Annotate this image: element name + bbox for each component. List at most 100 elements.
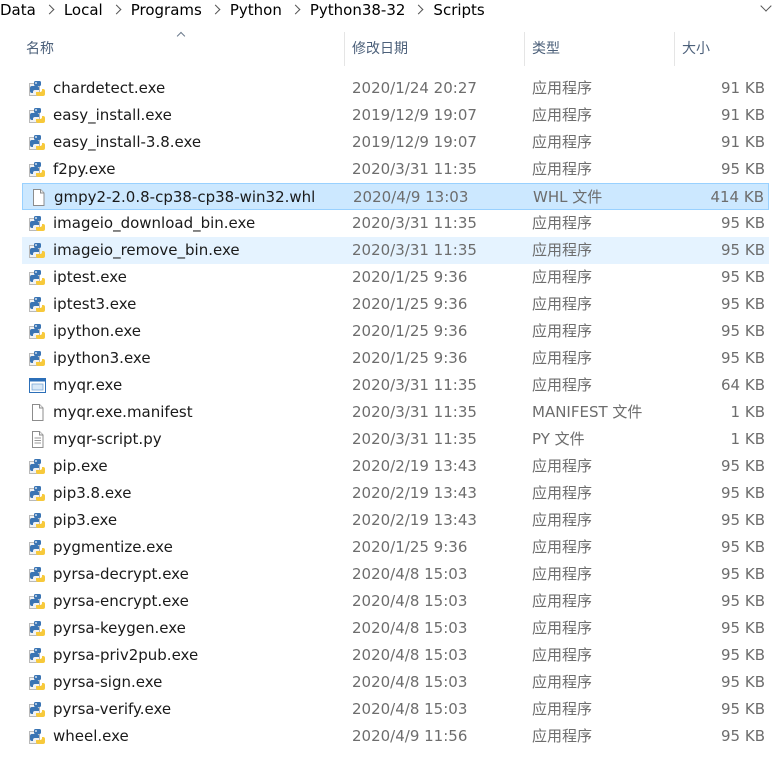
file-name: imageio_remove_bin.exe <box>53 241 240 259</box>
file-type: MANIFEST 文件 <box>532 403 643 421</box>
python-exe-icon <box>29 513 45 528</box>
file-size: 95 KB <box>721 511 765 529</box>
breadcrumb-item-scripts[interactable]: Scripts <box>429 1 488 19</box>
file-type: 应用程序 <box>532 214 593 232</box>
file-size: 95 KB <box>721 214 765 232</box>
file-row[interactable]: myqr.exe.manifest 2020/3/31 11:35 MANIFEST… <box>22 399 769 426</box>
file-type: 应用程序 <box>532 376 593 394</box>
file-row[interactable]: wheel.exe 2020/4/9 11:56 应用程序 95 KB <box>22 723 769 750</box>
chevron-right-icon[interactable] <box>107 1 127 19</box>
file-type: 应用程序 <box>532 673 593 691</box>
file-date: 2020/3/31 11:35 <box>352 403 477 421</box>
file-row[interactable]: pyrsa-priv2pub.exe 2020/4/8 15:03 应用程序 95 K… <box>22 642 769 669</box>
file-name: pyrsa-decrypt.exe <box>53 565 189 583</box>
file-size: 95 KB <box>721 565 765 583</box>
file-size: 95 KB <box>721 349 765 367</box>
column-header-date[interactable]: 修改日期 <box>352 30 408 68</box>
file-size: 95 KB <box>721 457 765 475</box>
file-row[interactable]: pip.exe 2020/2/19 13:43 应用程序 95 KB <box>22 453 769 480</box>
python-exe-icon <box>29 702 45 717</box>
file-type: 应用程序 <box>532 295 593 313</box>
file-name: pyrsa-sign.exe <box>53 673 163 691</box>
file-row[interactable]: pyrsa-encrypt.exe 2020/4/8 15:03 应用程序 95 KB <box>22 588 769 615</box>
file-date: 2019/12/9 19:07 <box>352 133 477 151</box>
file-row[interactable]: myqr.exe 2020/3/31 11:35 应用程序 64 KB <box>22 372 769 399</box>
file-row[interactable]: pygmentize.exe 2020/1/25 9:36 应用程序 95 KB <box>22 534 769 561</box>
column-header-size[interactable]: 大小 <box>682 30 710 68</box>
breadcrumb-item-python38-32[interactable]: Python38-32 <box>306 1 410 19</box>
file-type: 应用程序 <box>532 511 593 529</box>
breadcrumb-item-local[interactable]: Local <box>60 1 107 19</box>
file-row[interactable]: pip3.exe 2020/2/19 13:43 应用程序 95 KB <box>22 507 769 534</box>
file-name: easy_install.exe <box>53 106 172 124</box>
python-exe-icon <box>29 486 45 501</box>
file-type: 应用程序 <box>532 727 593 745</box>
file-type: 应用程序 <box>532 592 593 610</box>
file-type: 应用程序 <box>532 457 593 475</box>
file-date: 2020/2/19 13:43 <box>352 457 477 475</box>
file-date: 2020/4/8 15:03 <box>352 700 468 718</box>
file-row[interactable]: myqr-script.py 2020/3/31 11:35 PY 文件 1 KB <box>22 426 769 453</box>
file-row[interactable]: pyrsa-keygen.exe 2020/4/8 15:03 应用程序 95 KB <box>22 615 769 642</box>
file-size: 95 KB <box>721 592 765 610</box>
file-row[interactable]: easy_install-3.8.exe 2019/12/9 19:07 应用程序 9… <box>22 129 769 156</box>
chevron-right-icon[interactable] <box>206 1 226 19</box>
chevron-right-icon[interactable] <box>409 1 429 19</box>
chevron-right-icon[interactable] <box>40 1 60 19</box>
file-row[interactable]: pyrsa-sign.exe 2020/4/8 15:03 应用程序 95 KB <box>22 669 769 696</box>
file-date: 2020/4/9 13:03 <box>353 188 469 206</box>
file-row[interactable]: gmpy2-2.0.8-cp38-cp38-win32.whl 2020/4/9 … <box>22 183 769 210</box>
file-date: 2020/4/8 15:03 <box>352 646 468 664</box>
python-exe-icon <box>29 135 45 150</box>
blank-file-icon <box>32 404 44 421</box>
file-date: 2020/4/8 15:03 <box>352 619 468 637</box>
breadcrumb-item-programs[interactable]: Programs <box>127 1 206 19</box>
file-row[interactable]: iptest.exe 2020/1/25 9:36 应用程序 95 KB <box>22 264 769 291</box>
file-row[interactable]: pyrsa-verify.exe 2020/4/8 15:03 应用程序 95 KB <box>22 696 769 723</box>
file-row[interactable]: pyrsa-decrypt.exe 2020/4/8 15:03 应用程序 95 KB <box>22 561 769 588</box>
file-row[interactable]: imageio_download_bin.exe 2020/3/31 11:35 应… <box>22 210 769 237</box>
column-divider[interactable] <box>524 32 525 66</box>
file-date: 2020/3/31 11:35 <box>352 430 477 448</box>
python-exe-icon <box>29 216 45 231</box>
file-row[interactable]: easy_install.exe 2019/12/9 19:07 应用程序 91 KB <box>22 102 769 129</box>
breadcrumb-item-python[interactable]: Python <box>226 1 286 19</box>
chevron-right-icon[interactable] <box>286 1 306 19</box>
file-row[interactable]: f2py.exe 2020/3/31 11:35 应用程序 95 KB <box>22 156 769 183</box>
file-name: myqr.exe.manifest <box>53 403 193 421</box>
file-row[interactable]: ipython3.exe 2020/1/25 9:36 应用程序 95 KB <box>22 345 769 372</box>
blank-file-icon <box>33 189 45 206</box>
file-row[interactable]: pip3.8.exe 2020/2/19 13:43 应用程序 95 KB <box>22 480 769 507</box>
file-type: 应用程序 <box>532 538 593 556</box>
chevron-down-icon[interactable] <box>758 0 776 18</box>
file-row[interactable]: iptest3.exe 2020/1/25 9:36 应用程序 95 KB <box>22 291 769 318</box>
file-date: 2020/1/25 9:36 <box>352 295 468 313</box>
file-type: 应用程序 <box>532 79 593 97</box>
file-name: imageio_download_bin.exe <box>53 214 256 232</box>
file-type: 应用程序 <box>532 484 593 502</box>
column-divider[interactable] <box>344 32 345 66</box>
file-size: 64 KB <box>721 376 765 394</box>
file-name: pyrsa-encrypt.exe <box>53 592 189 610</box>
file-type: 应用程序 <box>532 241 593 259</box>
file-size: 95 KB <box>721 538 765 556</box>
column-header-name[interactable]: 名称 <box>26 30 54 68</box>
column-divider[interactable] <box>674 32 675 66</box>
python-exe-icon <box>29 540 45 555</box>
file-type: 应用程序 <box>532 268 593 286</box>
file-type: 应用程序 <box>532 646 593 664</box>
column-header-type[interactable]: 类型 <box>532 30 560 68</box>
breadcrumb-item-data[interactable]: Data <box>0 1 40 19</box>
file-row[interactable]: imageio_remove_bin.exe 2020/3/31 11:35 应用程… <box>22 237 769 264</box>
scrollbar-track[interactable] <box>770 20 782 771</box>
python-exe-icon <box>29 81 45 96</box>
file-type: 应用程序 <box>532 619 593 637</box>
file-row[interactable]: chardetect.exe 2020/1/24 20:27 应用程序 91 KB <box>22 75 769 102</box>
file-name: ipython3.exe <box>53 349 151 367</box>
file-row[interactable]: ipython.exe 2020/1/25 9:36 应用程序 95 KB <box>22 318 769 345</box>
file-type: 应用程序 <box>532 565 593 583</box>
file-size: 91 KB <box>721 133 765 151</box>
vertical-scrollbar[interactable] <box>770 20 782 771</box>
file-name: wheel.exe <box>53 727 129 745</box>
file-name: pyrsa-verify.exe <box>53 700 172 718</box>
